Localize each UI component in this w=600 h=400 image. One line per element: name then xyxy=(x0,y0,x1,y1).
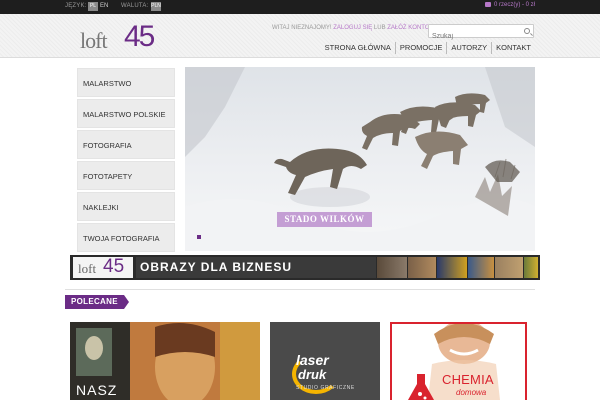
flask-icon xyxy=(408,374,434,400)
nav-item-home[interactable]: STRONA GŁÓWNA xyxy=(321,42,395,54)
top-bar-inner: JĘZYK: PL EN WALUTA: PLN 0 rzecz(y) - 0 … xyxy=(65,0,535,14)
banner-text: OBRAZY DLA BIZNESU xyxy=(136,257,376,278)
search-box xyxy=(428,24,534,43)
recommended-card-2[interactable]: laser druk STUDIO GRAFICZNE xyxy=(270,322,380,400)
welcome-line: WITAJ NIEZNAJOMY! ZALOGUJ SIĘ LUB ZAŁÓŻ … xyxy=(272,25,430,31)
sidebar-item-malarstwo[interactable]: MALARSTWO xyxy=(77,68,175,97)
language-en-button[interactable]: EN xyxy=(100,3,108,9)
welcome-text: WITAJ NIEZNAJOMY! xyxy=(272,25,332,31)
search-icon[interactable] xyxy=(524,28,530,34)
recommended-card-3[interactable]: CHEMIA domowa xyxy=(390,322,527,400)
banner-logo-45: 45 xyxy=(103,256,125,277)
cart-text: 0 rzecz(y) - 0 zł xyxy=(493,2,535,9)
card2-line1: laser xyxy=(296,352,329,368)
sidebar-item-fototapety[interactable]: FOTOTAPETY xyxy=(77,161,175,190)
card1-title: NASZ xyxy=(76,382,118,398)
banner-thumb-vangogh xyxy=(524,257,538,278)
page: JĘZYK: PL EN WALUTA: PLN 0 rzecz(y) - 0 … xyxy=(0,0,600,400)
top-bar: JĘZYK: PL EN WALUTA: PLN 0 rzecz(y) - 0 … xyxy=(0,0,600,14)
currency-label: WALUTA: xyxy=(121,3,149,9)
sidebar-item-twoja-fotografia[interactable]: TWOJA FOTOGRAFIA xyxy=(77,223,175,252)
banner-thumb-colorful xyxy=(437,257,467,278)
register-link[interactable]: ZAŁÓŻ KONTO xyxy=(387,25,429,31)
nav-item-promotions[interactable]: PROMOCJE xyxy=(394,42,447,54)
slide-caption[interactable]: STADO WILKÓW xyxy=(277,212,372,227)
banner-thumb-portrait xyxy=(377,257,407,278)
header: loft 45 WITAJ NIEZNAJOMY! ZALOGUJ SIĘ LU… xyxy=(0,14,600,58)
or-text: LUB xyxy=(373,25,386,31)
card3-line1: CHEMIA xyxy=(442,372,494,387)
sidebar-item-fotografia[interactable]: FOTOGRAFIA xyxy=(77,130,175,159)
sidebar-item-malarstwo-polskie[interactable]: MALARSTWO POLSKIE xyxy=(77,99,175,128)
section-title-recommended: POLECANE xyxy=(65,295,129,309)
banner-thumb-painting xyxy=(408,257,436,278)
main-nav: STRONA GŁÓWNA PROMOCJE AUTORZY KONTAKT xyxy=(321,42,535,54)
logo-text-45: 45 xyxy=(124,20,155,53)
language-label: JĘZYK: xyxy=(65,3,87,9)
search-input[interactable] xyxy=(429,30,519,43)
banner-logo: loft 45 xyxy=(73,256,133,278)
login-link[interactable]: ZALOGUJ SIĘ xyxy=(333,25,372,31)
banner-logo-loft: loft xyxy=(78,261,97,276)
divider xyxy=(65,289,535,290)
card2-line3: STUDIO GRAFICZNE xyxy=(296,385,355,391)
recommended-card-1[interactable]: NASZ xyxy=(70,322,260,400)
card2-line2: druk xyxy=(298,367,327,382)
cart-link[interactable]: 0 rzecz(y) - 0 zł xyxy=(484,2,535,9)
language-pl-button[interactable]: PL xyxy=(88,2,98,11)
nav-item-contact[interactable]: KONTAKT xyxy=(491,42,535,54)
logo-text-loft: loft xyxy=(80,28,108,53)
banner-thumb-abstract xyxy=(468,257,494,278)
card3-line2: domowa xyxy=(456,388,487,397)
sidebar-item-naklejki[interactable]: NAKLEJKI xyxy=(77,192,175,221)
banner-thumb-map xyxy=(495,257,523,278)
currency-pln-button[interactable]: PLN xyxy=(151,2,161,11)
slider-dot-active[interactable] xyxy=(197,235,201,239)
site-logo[interactable]: loft 45 xyxy=(80,20,165,54)
business-banner[interactable]: loft 45 OBRAZY DLA BIZNESU xyxy=(70,255,540,280)
category-sidebar: MALARSTWO MALARSTWO POLSKIE FOTOGRAFIA F… xyxy=(77,68,175,254)
cart-icon xyxy=(484,2,491,7)
nav-item-authors[interactable]: AUTORZY xyxy=(446,42,491,54)
